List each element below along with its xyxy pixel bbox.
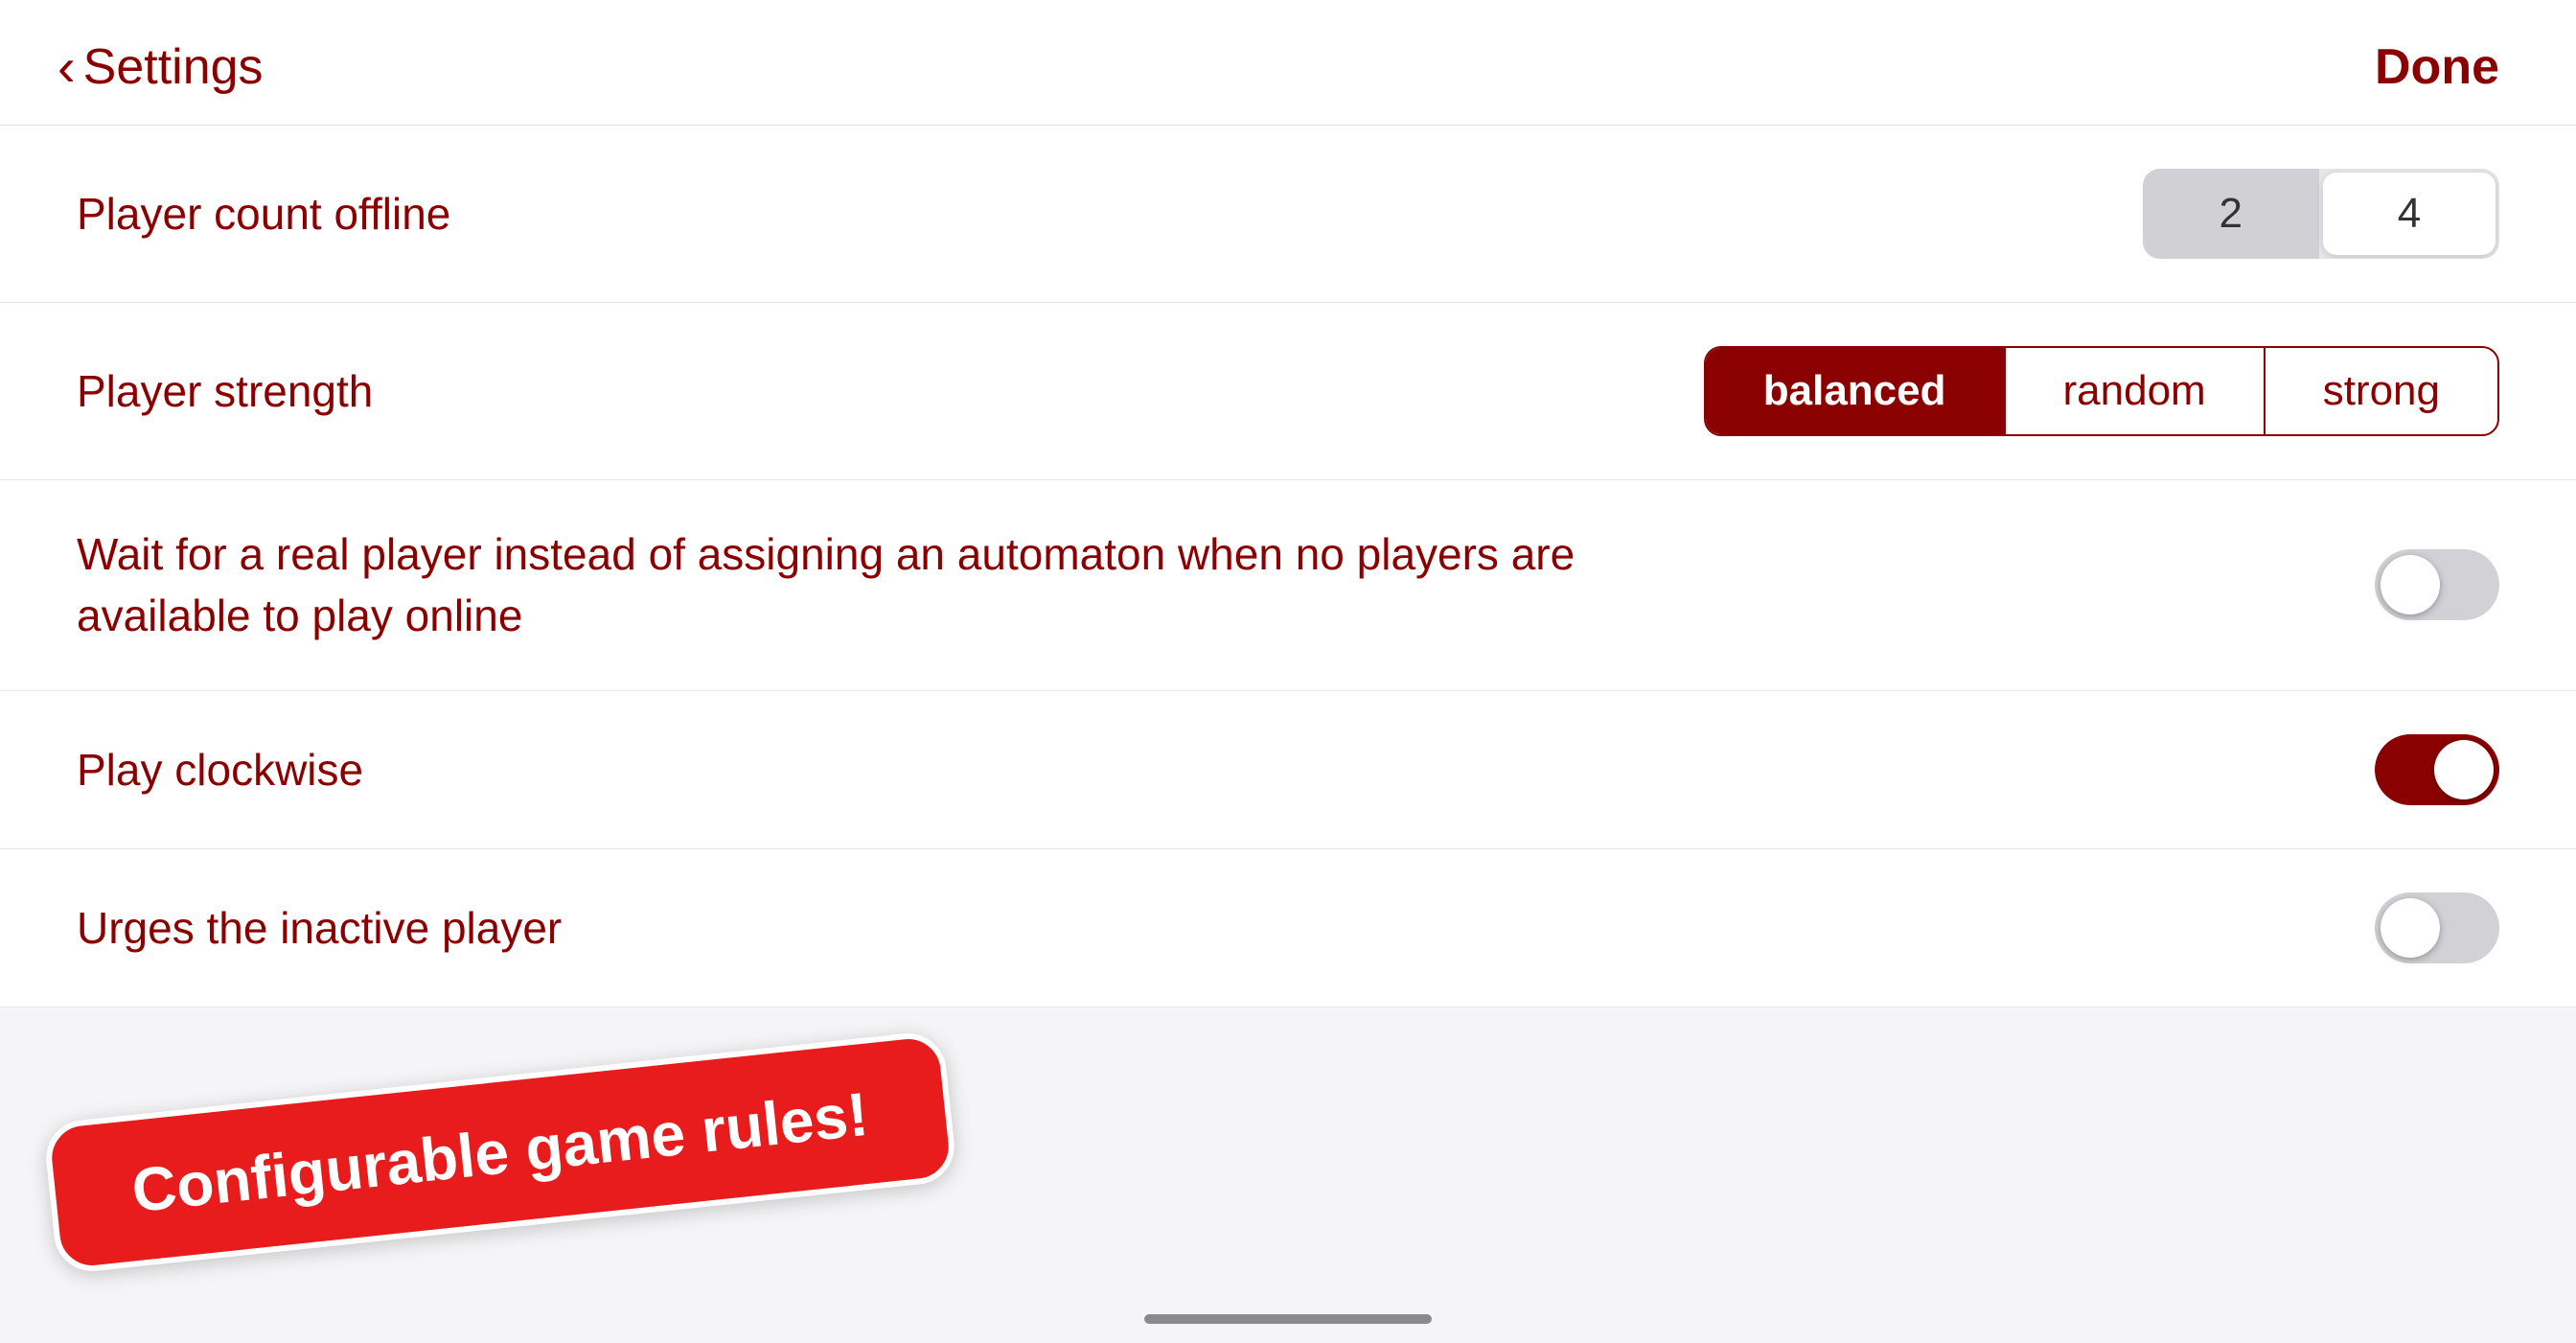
play-clockwise-knob [2434,740,2494,799]
play-clockwise-row: Play clockwise [0,691,2576,849]
urges-inactive-label: Urges the inactive player [77,897,1610,959]
strength-control: balanced random strong [1704,346,2499,436]
play-clockwise-label: Play clockwise [77,739,1610,800]
urges-inactive-track[interactable] [2375,892,2499,963]
player-count-label: Player count offline [77,183,1610,244]
strength-segment-random[interactable]: random [2006,348,2266,434]
home-indicator [1144,1314,1432,1324]
header: ‹ Settings Done [0,0,2576,126]
settings-list: Player count offline 2 4 Player strength… [0,126,2576,1007]
player-strength-row: Player strength balanced random strong [0,303,2576,480]
count-segment-4[interactable]: 4 [2323,173,2496,255]
count-segment-2[interactable]: 2 [2143,169,2319,259]
wait-real-player-knob [2380,555,2440,614]
banner-text: Configurable game rules! [128,1079,871,1225]
configurable-banner: Configurable game rules! [42,1030,957,1275]
player-count-control: 2 4 [2143,169,2499,259]
banner-wrapper: Configurable game rules! [42,1030,957,1275]
bottom-area: Configurable game rules! [0,1007,2576,1343]
wait-real-player-row: Wait for a real player instead of assign… [0,480,2576,691]
urges-inactive-toggle[interactable] [2375,892,2499,963]
done-button[interactable]: Done [2375,38,2499,96]
strength-segment-strong[interactable]: strong [2266,348,2497,434]
wait-real-player-track[interactable] [2375,549,2499,620]
play-clockwise-toggle[interactable] [2375,734,2499,805]
settings-page: ‹ Settings Done Player count offline 2 4… [0,0,2576,1191]
wait-real-player-label: Wait for a real player instead of assign… [77,523,1610,647]
play-clockwise-track[interactable] [2375,734,2499,805]
wait-real-player-toggle[interactable] [2375,549,2499,620]
back-button[interactable]: ‹ Settings [58,38,264,96]
back-label: Settings [83,38,264,96]
player-strength-label: Player strength [77,360,1610,422]
back-chevron-icon: ‹ [58,40,76,94]
strength-segment-balanced[interactable]: balanced [1706,348,2006,434]
player-count-row: Player count offline 2 4 [0,126,2576,303]
urges-inactive-row: Urges the inactive player [0,849,2576,1007]
urges-inactive-knob [2380,898,2440,958]
